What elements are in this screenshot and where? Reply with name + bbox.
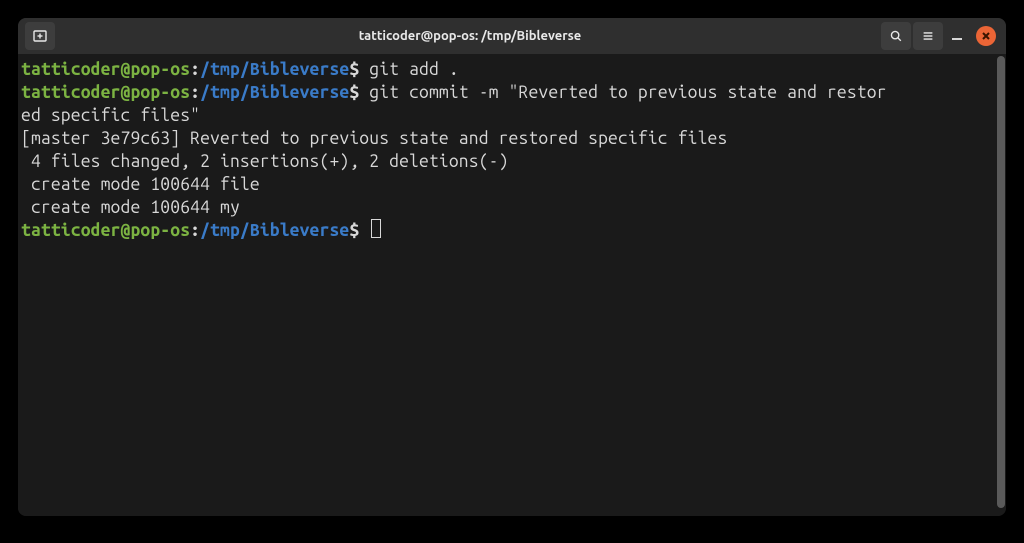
command-text: git commit -m "Reverted to previous stat…: [369, 83, 886, 102]
search-icon: [889, 29, 903, 43]
prompt-user: tatticoder: [21, 60, 121, 79]
prompt-colon: :: [190, 60, 200, 79]
output-line: create mode 100644 my: [21, 198, 240, 217]
prompt-path: /tmp/Bibleverse: [200, 60, 349, 79]
new-tab-icon: [32, 28, 48, 44]
prompt-user: tatticoder: [21, 83, 121, 102]
new-tab-button[interactable]: [25, 22, 55, 50]
terminal-cursor: [371, 219, 381, 238]
prompt-path: /tmp/Bibleverse: [200, 83, 349, 102]
prompt-user: tatticoder: [21, 221, 121, 240]
output-line: 4 files changed, 2 insertions(+), 2 dele…: [21, 152, 509, 171]
prompt-at: @: [121, 60, 131, 79]
prompt-colon: :: [190, 83, 200, 102]
prompt-dollar: $: [349, 60, 359, 79]
prompt-colon: :: [190, 221, 200, 240]
search-button[interactable]: [881, 22, 911, 50]
titlebar: tatticoder@pop-os: /tmp/Bibleverse: [18, 18, 1006, 54]
command-text: git add .: [369, 60, 459, 79]
terminal-body: tatticoder@pop-os:/tmp/Bibleverse$ git a…: [18, 54, 1006, 516]
prompt-at: @: [121, 221, 131, 240]
prompt-dollar: $: [349, 83, 359, 102]
window-title: tatticoder@pop-os: /tmp/Bibleverse: [60, 29, 880, 43]
scrollbar-thumb[interactable]: [997, 56, 1005, 508]
prompt-host: pop-os: [130, 221, 190, 240]
close-button[interactable]: [976, 26, 996, 46]
prompt-dollar: $: [349, 221, 359, 240]
prompt-path: /tmp/Bibleverse: [200, 221, 349, 240]
prompt-host: pop-os: [130, 83, 190, 102]
scrollbar[interactable]: [996, 54, 1006, 516]
terminal-output[interactable]: tatticoder@pop-os:/tmp/Bibleverse$ git a…: [18, 54, 996, 516]
minimize-button[interactable]: [946, 32, 968, 40]
menu-button[interactable]: [913, 22, 943, 50]
prompt-at: @: [121, 83, 131, 102]
command-text: ed specific files": [21, 106, 200, 125]
output-line: create mode 100644 file: [21, 175, 260, 194]
output-line: [master 3e79c63] Reverted to previous st…: [21, 129, 727, 148]
terminal-window: tatticoder@pop-os: /tmp/Bibleverse: [18, 18, 1006, 516]
close-icon: [981, 31, 991, 41]
hamburger-icon: [921, 29, 935, 43]
minimize-icon: [952, 38, 962, 40]
prompt-host: pop-os: [130, 60, 190, 79]
